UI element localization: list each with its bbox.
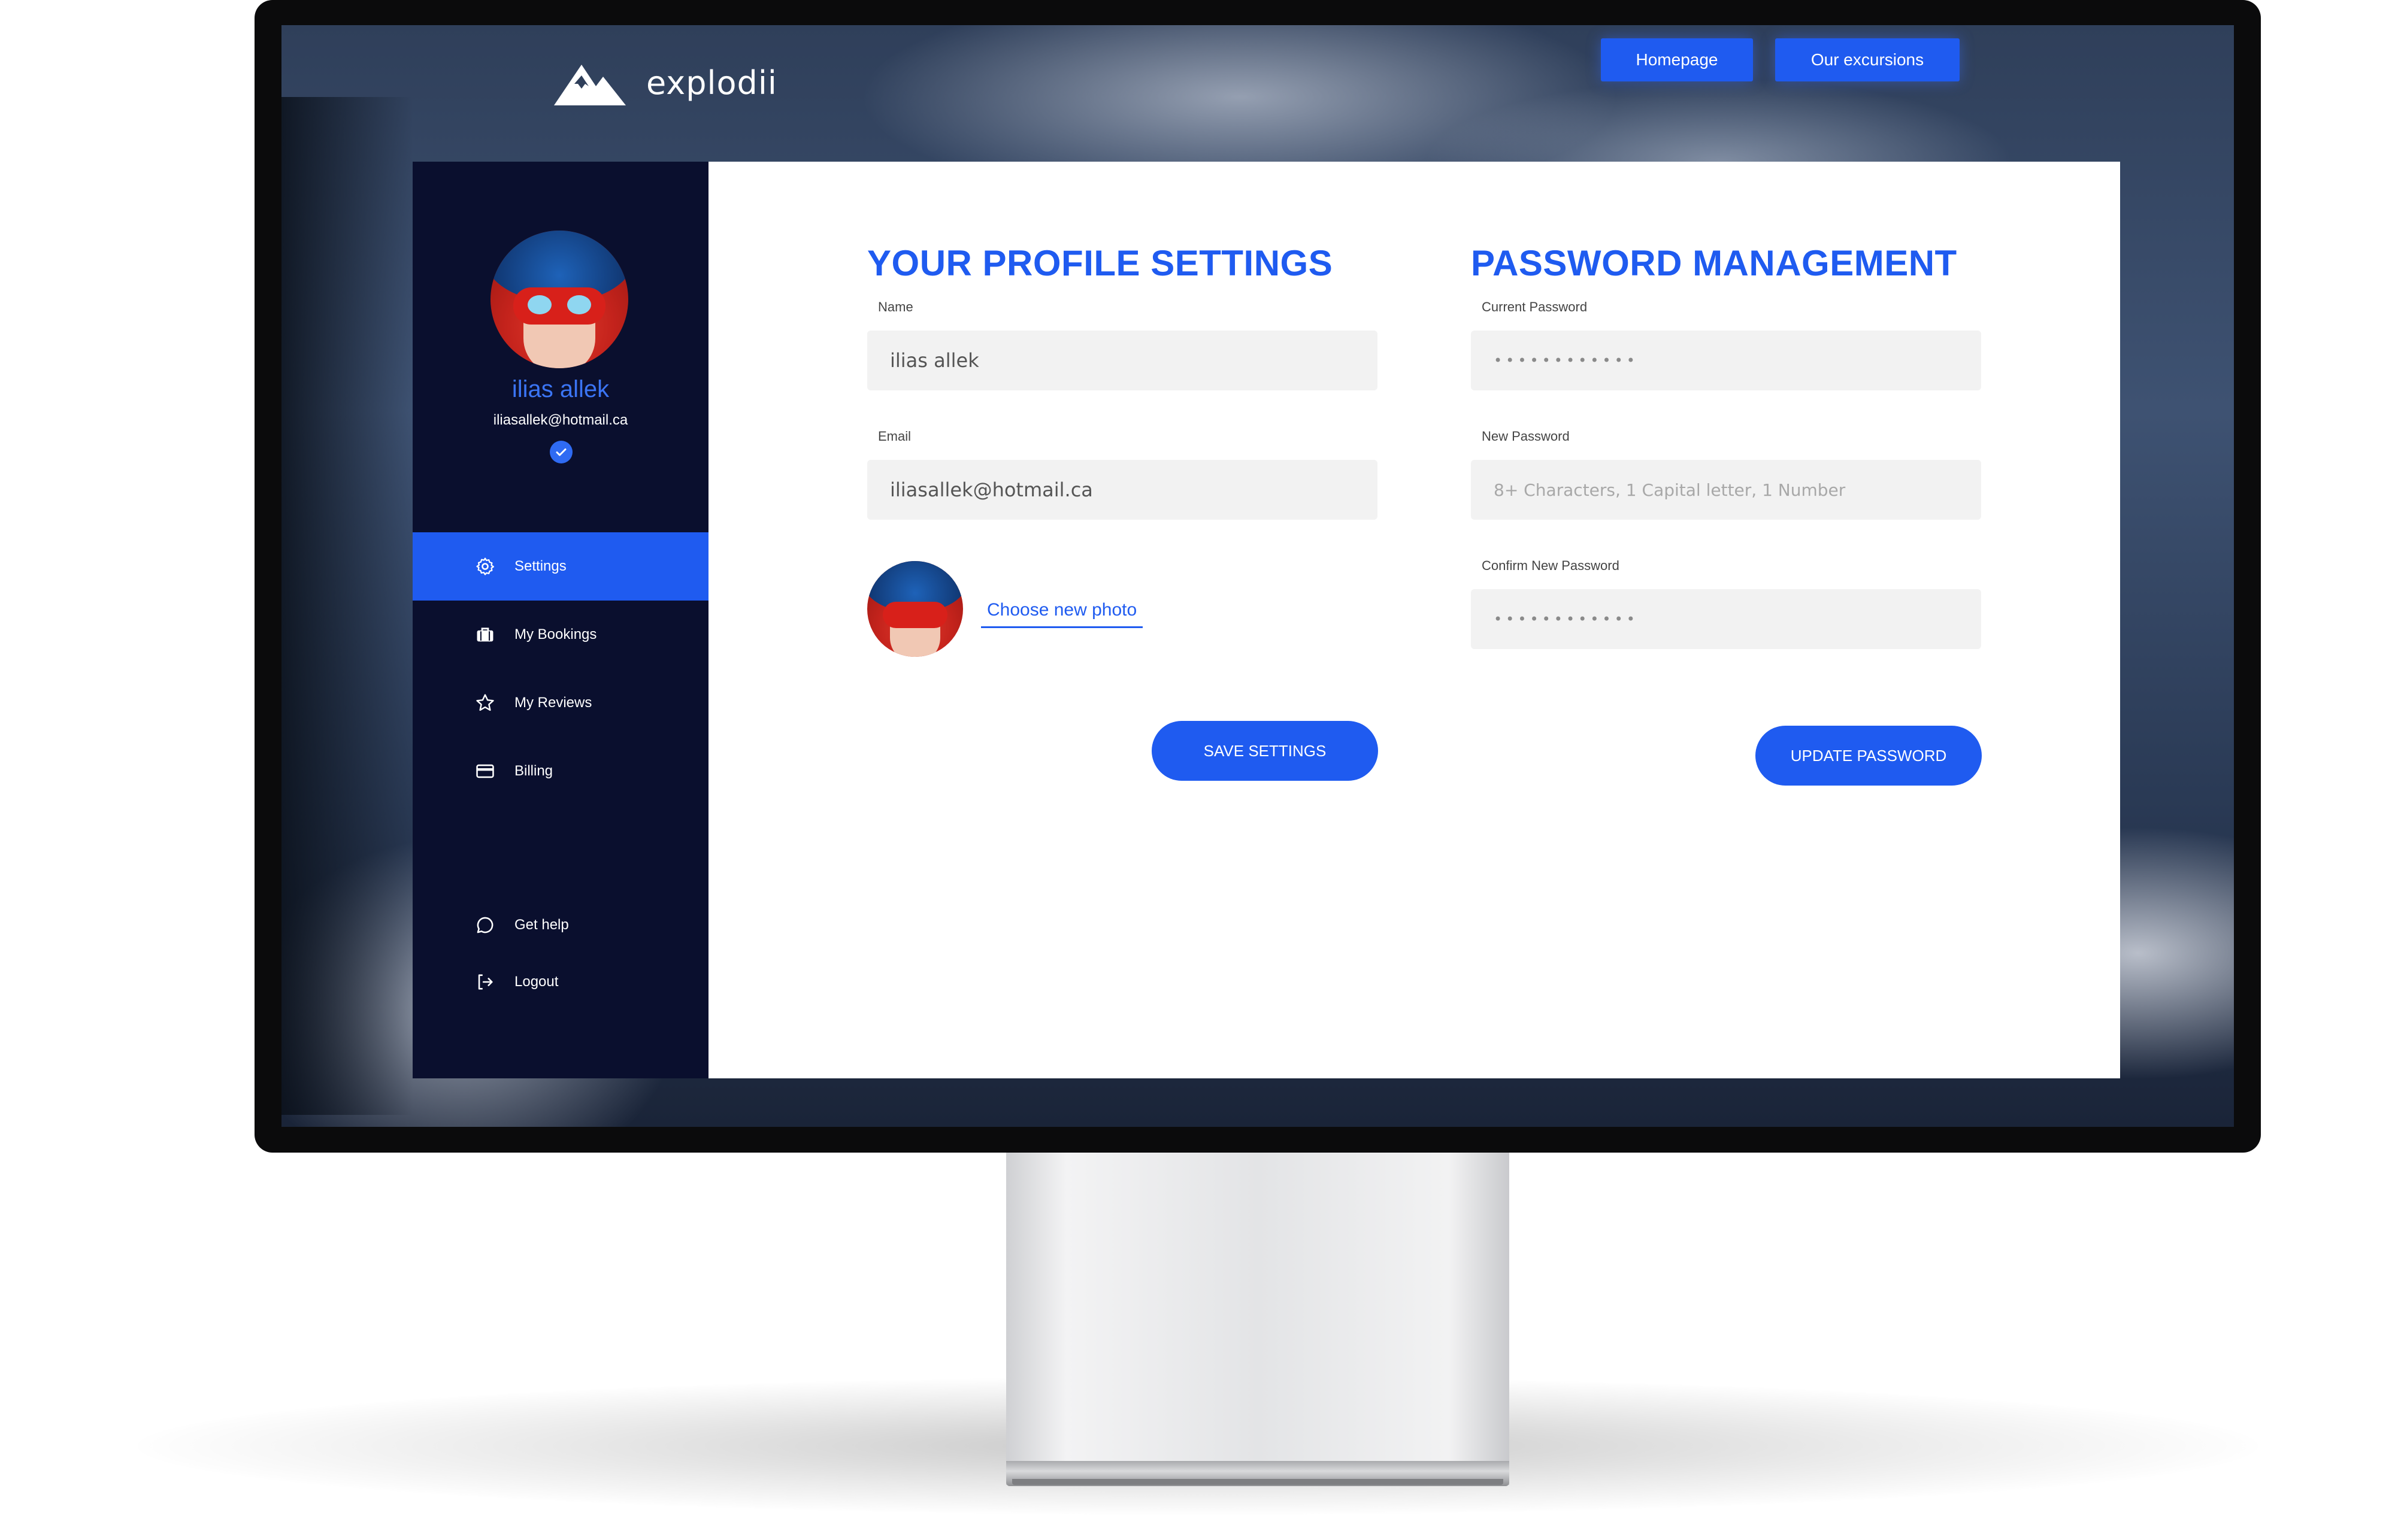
- credit-card-icon: [475, 761, 495, 781]
- sidebar-item-my-bookings[interactable]: My Bookings: [413, 601, 708, 669]
- new-password-label: New Password: [1482, 429, 1570, 444]
- sidebar-item-label: My Bookings: [514, 626, 597, 642]
- sidebar-item-my-reviews[interactable]: My Reviews: [413, 669, 708, 737]
- logout-icon: [475, 972, 495, 992]
- mountain-icon: [554, 65, 626, 105]
- gear-icon: [475, 556, 495, 577]
- verified-check-icon: [550, 441, 573, 463]
- sidebar-item-label: My Reviews: [514, 695, 592, 711]
- our-excursions-button[interactable]: Our excursions: [1775, 38, 1960, 81]
- save-settings-button[interactable]: SAVE SETTINGS: [1152, 721, 1378, 781]
- update-password-button[interactable]: UPDATE PASSWORD: [1755, 726, 1982, 786]
- sidebar-item-get-help[interactable]: Get help: [413, 896, 708, 954]
- current-password-field[interactable]: ••••••••••••: [1471, 331, 1981, 390]
- brand-name: explodii: [646, 63, 777, 102]
- email-label: Email: [878, 429, 912, 444]
- avatar-eye-right: [567, 295, 591, 314]
- background-trees: [281, 97, 413, 1115]
- profile-settings-title: YOUR PROFILE SETTINGS: [867, 243, 1333, 283]
- new-password-field[interactable]: 8+ Characters, 1 Capital letter, 1 Numbe…: [1471, 460, 1981, 520]
- avatar-eye-left: [528, 295, 552, 314]
- profile-photo: [867, 561, 963, 657]
- user-name: ilias allek: [511, 376, 610, 402]
- briefcase-icon: [475, 625, 495, 645]
- password-management-title: PASSWORD MANAGEMENT: [1471, 243, 1957, 283]
- name-field[interactable]: ilias allek: [867, 331, 1377, 390]
- sidebar-item-settings[interactable]: Settings: [413, 532, 708, 601]
- monitor-stand: [1006, 1150, 1509, 1485]
- choose-new-photo-link[interactable]: Choose new photo: [981, 600, 1143, 628]
- sidebar-item-logout[interactable]: Logout: [413, 953, 708, 1011]
- confirm-password-field[interactable]: ••••••••••••: [1471, 589, 1981, 649]
- avatar[interactable]: [490, 231, 628, 368]
- email-field[interactable]: iliasallek@hotmail.ca: [867, 460, 1377, 520]
- chat-bubble-icon: [475, 915, 495, 935]
- avatar-face: [523, 320, 595, 368]
- brand-logo[interactable]: explodii: [554, 60, 777, 105]
- confirm-password-label: Confirm New Password: [1482, 558, 1619, 573]
- homepage-button[interactable]: Homepage: [1601, 38, 1753, 81]
- star-icon: [475, 693, 495, 713]
- user-email: iliasallek@hotmail.ca: [493, 412, 628, 428]
- settings-panel: YOUR PROFILE SETTINGS PASSWORD MANAGEMEN…: [708, 162, 2120, 1078]
- monitor-stand-foot: [1012, 1479, 1503, 1485]
- sidebar-item-label: Get help: [514, 917, 569, 933]
- account-sidebar: ilias allek iliasallek@hotmail.ca Settin…: [413, 162, 708, 1078]
- photo-face: [890, 625, 940, 657]
- app-screen: explodii Homepage Our excursions ilias a…: [281, 25, 2234, 1127]
- current-password-label: Current Password: [1482, 299, 1588, 314]
- sidebar-item-label: Logout: [514, 974, 559, 990]
- name-label: Name: [878, 299, 913, 314]
- sidebar-item-billing[interactable]: Billing: [413, 737, 708, 805]
- sidebar-item-label: Billing: [514, 763, 553, 779]
- sidebar-item-label: Settings: [514, 558, 567, 574]
- photo-mask: [883, 602, 947, 628]
- avatar-mask: [513, 287, 605, 325]
